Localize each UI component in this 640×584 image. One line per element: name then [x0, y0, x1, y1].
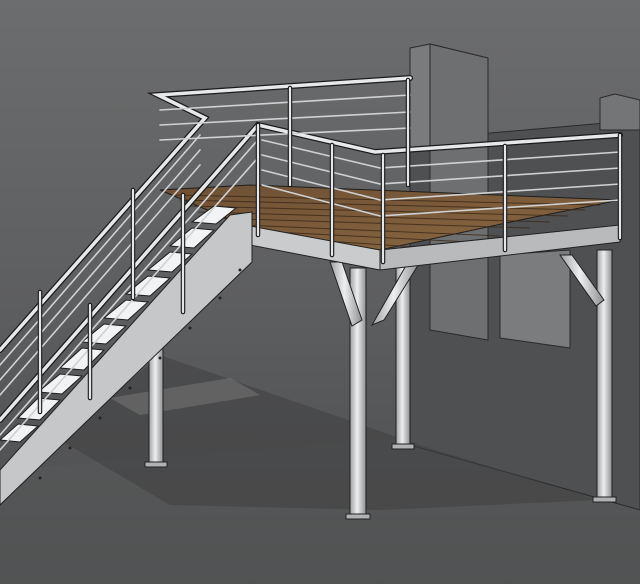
cad-render-scene [0, 0, 640, 584]
